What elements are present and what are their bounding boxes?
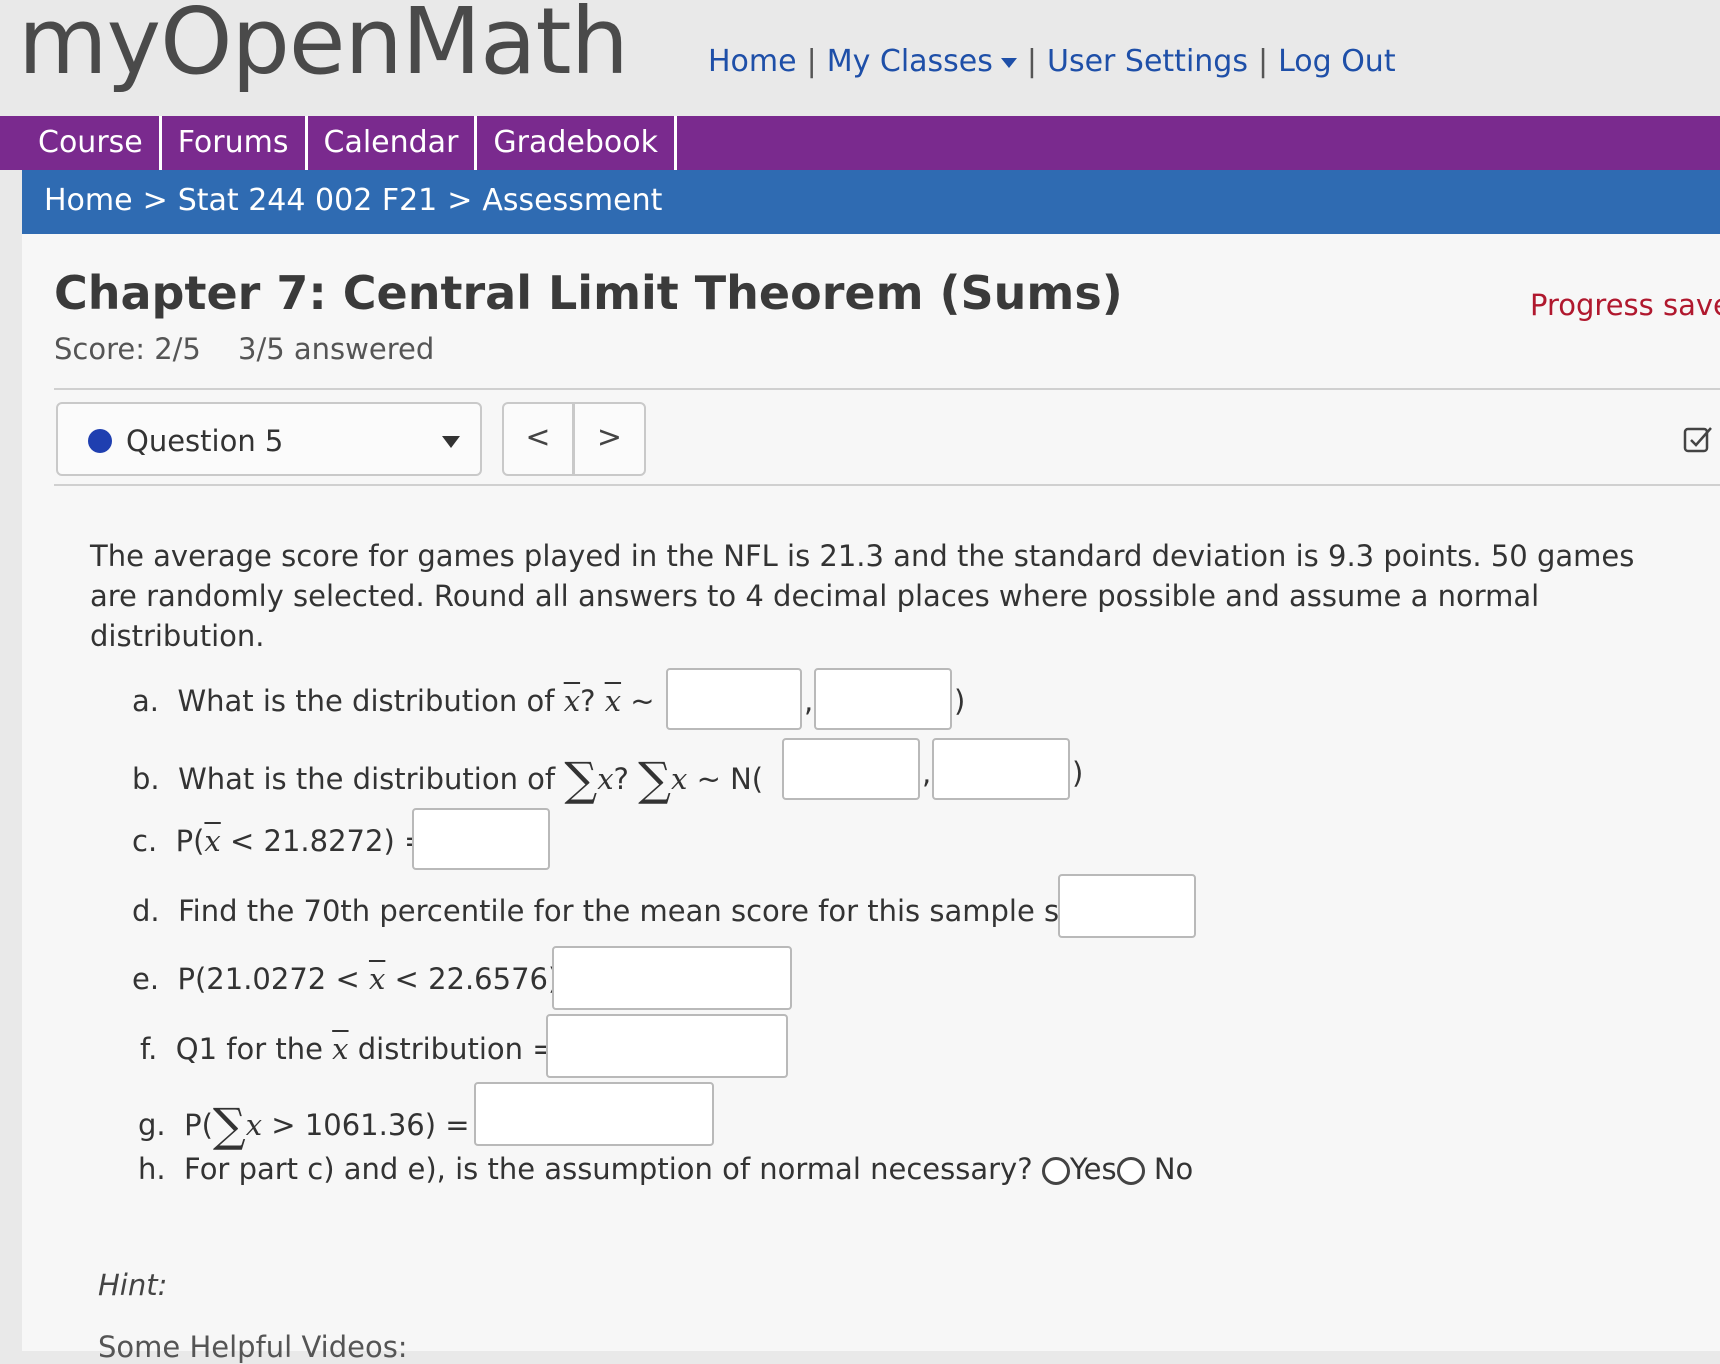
page-title: Chapter 7: Central Limit Theorem (Sums) — [54, 266, 1123, 320]
sigma-symbol: ∑ — [638, 752, 672, 806]
x-symbol: x — [671, 762, 688, 796]
part-d: d. Find the 70th percentile for the mean… — [132, 894, 1109, 928]
part-c-answer-input[interactable] — [412, 808, 550, 870]
part-a-comma: , — [804, 684, 814, 718]
progress-status: Progress saved — [1530, 288, 1720, 322]
part-f: f. Q1 for the x distribution = — [140, 1032, 557, 1066]
previous-question-button[interactable]: < — [502, 402, 574, 476]
nav-logout-link[interactable]: Log Out — [1278, 44, 1396, 79]
part-g: g. P(∑x > 1061.36) = — [138, 1098, 470, 1152]
tab-calendar[interactable]: Calendar — [308, 116, 478, 170]
next-question-button[interactable]: > — [574, 402, 646, 476]
part-h-yes-label[interactable]: Yes — [1070, 1152, 1117, 1186]
xbar-symbol: x — [563, 684, 581, 718]
part-b-sd-input[interactable] — [932, 738, 1070, 800]
dropdown-arrow-icon — [442, 436, 460, 448]
course-tabs: Course Forums Calendar Gradebook — [22, 116, 677, 170]
breadcrumb: Home > Stat 244 002 F21 > Assessment — [44, 183, 662, 218]
divider — [54, 484, 1720, 486]
nav-separator: | — [1257, 44, 1269, 79]
part-h-prompt: For part c) and e), is the assumption of… — [184, 1152, 1033, 1186]
question-select-label: Question 5 — [126, 424, 284, 458]
nav-my-classes-link[interactable]: My Classes — [827, 44, 1017, 79]
part-b-prompt: What is the distribution of — [178, 762, 565, 796]
question-text: The average score for games played in th… — [90, 539, 1635, 653]
part-b: b. What is the distribution of ∑x? ∑x ~ … — [132, 752, 763, 806]
part-h: h. For part c) and e), is the assumption… — [138, 1152, 1193, 1186]
part-a-sd-input[interactable] — [814, 668, 952, 730]
tab-forums[interactable]: Forums — [162, 116, 308, 170]
part-a: a. What is the distribution of x? x ~ N( — [132, 684, 697, 718]
part-b-dist: ~ N( — [687, 762, 764, 796]
part-d-answer-input[interactable] — [1058, 874, 1196, 938]
part-h-label: h. — [138, 1152, 166, 1186]
tab-gradebook[interactable]: Gradebook — [477, 116, 677, 170]
nav-separator: | — [1026, 44, 1037, 79]
part-a-mean-input[interactable] — [666, 668, 802, 730]
nav-separator: | — [806, 44, 817, 79]
xbar-symbol: x — [604, 684, 622, 718]
part-f-pre: Q1 for the — [175, 1032, 333, 1066]
part-a-prompt: What is the distribution of — [177, 684, 564, 718]
part-e-pre: P(21.0272 < — [177, 962, 369, 996]
part-f-answer-input[interactable] — [546, 1014, 788, 1078]
sigma-symbol: ∑ — [212, 1098, 246, 1152]
helpful-videos-label: Some Helpful Videos: — [98, 1330, 408, 1364]
x-symbol: x — [597, 762, 614, 796]
part-h-no-radio[interactable] — [1116, 1157, 1145, 1185]
breadcrumb-course[interactable]: Stat 244 002 F21 — [178, 183, 438, 218]
part-g-label: g. — [138, 1108, 166, 1142]
question-status-dot-icon — [88, 429, 112, 453]
part-c-pre: P( — [175, 824, 205, 858]
part-e: e. P(21.0272 < x < 22.6576) = — [132, 962, 593, 996]
part-b-qmark: ? — [613, 762, 629, 796]
breadcrumb-assessment: Assessment — [482, 183, 663, 218]
answered-count: 3/5 answered — [238, 332, 435, 366]
part-b-mean-input[interactable] — [782, 738, 920, 800]
part-c: c. P(x < 21.8272) = — [132, 824, 428, 858]
part-b-label: b. — [132, 762, 160, 796]
part-h-no-label[interactable]: No — [1154, 1152, 1193, 1186]
nav-my-classes-label[interactable]: My Classes — [827, 44, 993, 79]
part-a-close: ) — [954, 684, 966, 718]
part-h-yes-radio[interactable] — [1041, 1157, 1070, 1185]
x-symbol: x — [245, 1108, 263, 1142]
part-a-qmark: ? — [580, 684, 596, 718]
question-select[interactable]: Question 5 — [56, 402, 482, 476]
part-d-prompt: Find the 70th percentile for the mean sc… — [178, 894, 1110, 928]
part-c-label: c. — [132, 824, 158, 858]
xbar-symbol: x — [368, 962, 386, 996]
hint-label: Hint: — [98, 1268, 168, 1302]
chevron-down-icon[interactable] — [1000, 57, 1017, 68]
part-e-answer-input[interactable] — [552, 946, 792, 1010]
breadcrumb-separator: > — [142, 183, 168, 218]
part-b-close: ) — [1072, 756, 1084, 790]
breadcrumb-separator: > — [447, 183, 473, 218]
part-d-label: d. — [132, 894, 160, 928]
part-g-post: > 1061.36) = — [262, 1108, 470, 1142]
part-g-answer-input[interactable] — [474, 1082, 714, 1146]
top-nav: Home | My Classes | User Settings | Log Out — [708, 44, 1396, 79]
part-g-pre: P( — [184, 1108, 213, 1142]
sigma-symbol: ∑ — [564, 752, 598, 806]
part-b-comma: , — [922, 756, 932, 790]
nav-user-settings-link[interactable]: User Settings — [1047, 44, 1248, 79]
part-a-label: a. — [132, 684, 159, 718]
xbar-symbol: x — [204, 824, 221, 858]
score-text: Score: 2/5 — [54, 332, 201, 366]
tab-course[interactable]: Course — [22, 116, 162, 170]
myopenmath-logo[interactable]: myOpenMath — [18, 0, 629, 88]
divider — [54, 388, 1720, 390]
part-e-label: e. — [132, 962, 160, 996]
checkbox-edit-icon[interactable] — [1682, 424, 1714, 456]
part-f-post: distribution = — [348, 1032, 557, 1066]
part-c-post: < 21.8272) = — [220, 824, 429, 858]
xbar-symbol: x — [332, 1032, 349, 1066]
part-f-label: f. — [140, 1032, 158, 1066]
breadcrumb-home[interactable]: Home — [44, 183, 133, 218]
nav-home-link[interactable]: Home — [708, 44, 797, 79]
